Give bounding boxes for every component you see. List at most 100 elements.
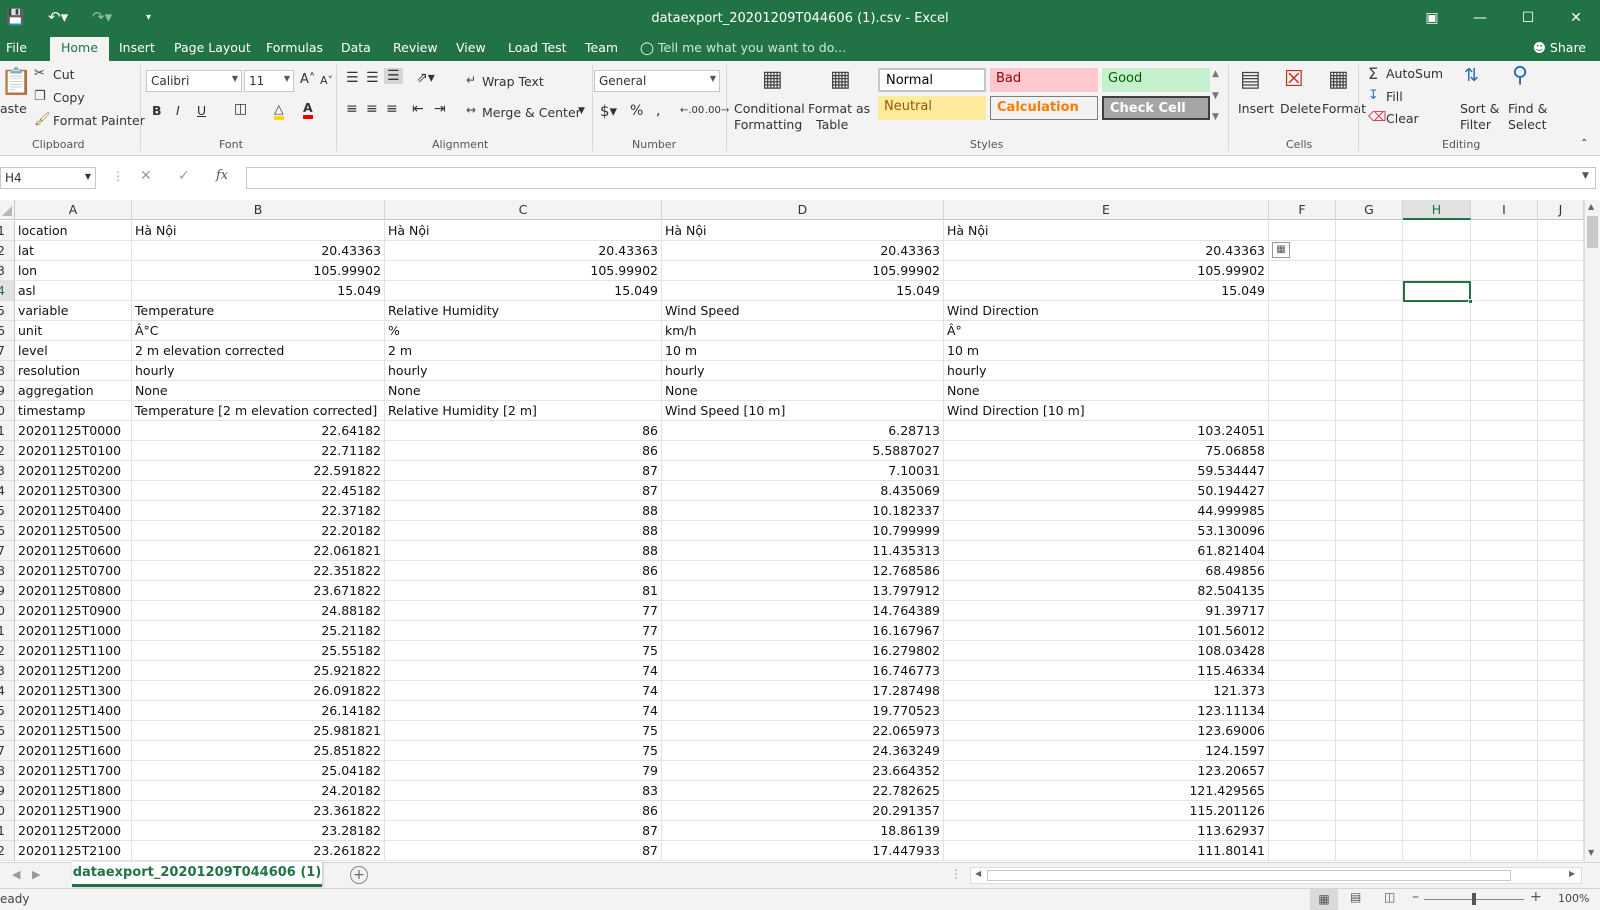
column-header-f[interactable]: F: [1269, 200, 1336, 220]
cell[interactable]: 44.999985: [944, 501, 1269, 521]
cancel-icon[interactable]: ✕: [140, 168, 152, 184]
cell-label[interactable]: 20201125T2100: [15, 841, 132, 861]
cell[interactable]: [1471, 421, 1538, 441]
column-header-a[interactable]: A: [15, 200, 132, 220]
cell[interactable]: 10 m: [944, 341, 1269, 361]
cell-label[interactable]: 20201125T0300: [15, 481, 132, 501]
row-header[interactable]: 5: [0, 501, 15, 521]
zoom-slider-thumb[interactable]: [1472, 893, 1476, 905]
cell[interactable]: None: [662, 381, 944, 401]
conditional-formatting-label-2[interactable]: Formatting: [734, 117, 802, 132]
cell[interactable]: [1336, 341, 1403, 361]
cell[interactable]: [1336, 601, 1403, 621]
cell[interactable]: [1403, 541, 1471, 561]
cell-label[interactable]: 20201125T1700: [15, 761, 132, 781]
tab-page-layout[interactable]: Page Layout: [174, 40, 251, 55]
tab-team[interactable]: Team: [585, 40, 618, 55]
row-header[interactable]: 4: [0, 481, 15, 501]
cell[interactable]: [1471, 661, 1538, 681]
cell[interactable]: 115.46334: [944, 661, 1269, 681]
cell[interactable]: 2 m: [385, 341, 662, 361]
scroll-sheets-right-icon[interactable]: ▶: [32, 868, 40, 881]
cell[interactable]: [1269, 601, 1336, 621]
cell[interactable]: [1538, 761, 1584, 781]
horizontal-scrollbar[interactable]: ◀ ▶: [970, 867, 1582, 884]
row-header[interactable]: 8: [0, 361, 15, 381]
row-header[interactable]: 5: [0, 701, 15, 721]
decrease-indent-icon[interactable]: ⇤: [412, 101, 424, 117]
cell[interactable]: [1471, 261, 1538, 281]
cell[interactable]: [1471, 721, 1538, 741]
grow-font-icon[interactable]: A˄: [300, 72, 315, 87]
cell[interactable]: [1403, 241, 1471, 261]
cell[interactable]: [1471, 621, 1538, 641]
find-select-label-2[interactable]: Select: [1508, 117, 1547, 132]
quick-analysis-icon[interactable]: ▦: [1272, 242, 1290, 258]
cell-label[interactable]: timestamp: [15, 401, 132, 421]
row-header[interactable]: 5: [0, 301, 15, 321]
style-check-cell[interactable]: Check Cell: [1102, 96, 1210, 120]
cell[interactable]: [1471, 701, 1538, 721]
cell[interactable]: 111.80141: [944, 841, 1269, 861]
cell[interactable]: Relative Humidity: [385, 301, 662, 321]
cell-label[interactable]: 20201125T0800: [15, 581, 132, 601]
zoom-out-icon[interactable]: –: [1412, 889, 1419, 905]
format-as-table-label-2[interactable]: Table: [816, 117, 848, 132]
cell[interactable]: 15.049: [132, 281, 385, 301]
active-cell-selection[interactable]: [1403, 281, 1471, 302]
cell[interactable]: [1403, 341, 1471, 361]
collapse-ribbon-icon[interactable]: ⌃: [1580, 138, 1588, 149]
cell[interactable]: 113.62937: [944, 821, 1269, 841]
cell[interactable]: [1403, 821, 1471, 841]
cell[interactable]: [1538, 241, 1584, 261]
cell[interactable]: [1336, 621, 1403, 641]
page-layout-view-icon[interactable]: ▤: [1350, 890, 1361, 904]
cell[interactable]: [1403, 401, 1471, 421]
cell[interactable]: [1269, 741, 1336, 761]
cell[interactable]: 22.64182: [132, 421, 385, 441]
cell[interactable]: 16.279802: [662, 641, 944, 661]
cell[interactable]: [1336, 521, 1403, 541]
cell[interactable]: [1336, 261, 1403, 281]
cell[interactable]: [1538, 681, 1584, 701]
cell[interactable]: 19.770523: [662, 701, 944, 721]
cell[interactable]: [1538, 261, 1584, 281]
cell[interactable]: [1336, 801, 1403, 821]
cell-label[interactable]: 20201125T1200: [15, 661, 132, 681]
cell[interactable]: [1336, 821, 1403, 841]
cell[interactable]: 88: [385, 521, 662, 541]
cell[interactable]: Wind Speed: [662, 301, 944, 321]
insert-function-icon[interactable]: fx: [216, 168, 228, 183]
cell[interactable]: [1538, 781, 1584, 801]
row-header[interactable]: 2: [0, 841, 15, 861]
cell[interactable]: [1538, 521, 1584, 541]
row-header[interactable]: 0: [0, 401, 15, 421]
cell[interactable]: 82.504135: [944, 581, 1269, 601]
cell[interactable]: [1269, 341, 1336, 361]
cell[interactable]: 22.351822: [132, 561, 385, 581]
cell[interactable]: [1403, 621, 1471, 641]
scroll-right-icon[interactable]: ▶: [1569, 869, 1575, 878]
style-normal[interactable]: Normal: [878, 68, 986, 92]
cell[interactable]: 101.56012: [944, 621, 1269, 641]
cell[interactable]: 103.24051: [944, 421, 1269, 441]
cell[interactable]: [1471, 381, 1538, 401]
cell[interactable]: [1269, 621, 1336, 641]
share-button[interactable]: ☻ Share: [1533, 40, 1586, 55]
cell[interactable]: [1269, 461, 1336, 481]
cell[interactable]: 86: [385, 801, 662, 821]
cell[interactable]: [1471, 581, 1538, 601]
new-sheet-icon[interactable]: +: [350, 866, 368, 884]
cell[interactable]: 18.86139: [662, 821, 944, 841]
scroll-left-icon[interactable]: ◀: [975, 869, 981, 878]
cell[interactable]: 61.821404: [944, 541, 1269, 561]
cell[interactable]: [1403, 301, 1471, 321]
font-color-icon[interactable]: A: [303, 101, 313, 119]
cell[interactable]: [1336, 401, 1403, 421]
number-format-select[interactable]: General ▼: [594, 70, 720, 92]
tell-me-box[interactable]: Tell me what you want to do...: [658, 40, 846, 55]
cell[interactable]: [1471, 821, 1538, 841]
cell[interactable]: 22.20182: [132, 521, 385, 541]
cell[interactable]: [1471, 301, 1538, 321]
comma-icon[interactable]: ,: [656, 103, 660, 119]
